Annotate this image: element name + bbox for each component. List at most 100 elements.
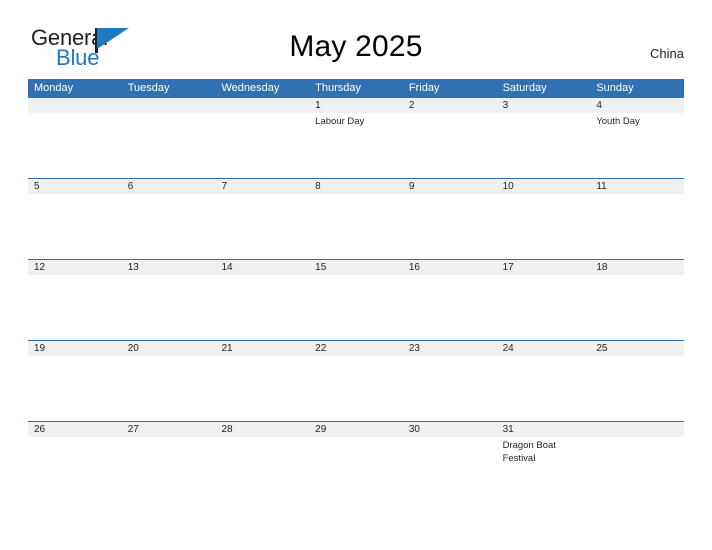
- date-number[interactable]: 20: [122, 341, 216, 356]
- date-number[interactable]: 16: [403, 260, 497, 275]
- date-number[interactable]: [28, 98, 122, 113]
- weekday-header-tuesday: Tuesday: [127, 82, 170, 94]
- calendar-week-row: 1 2 3 4 Labour Day Youth Day: [28, 97, 684, 179]
- day-cell[interactable]: Dragon Boat Festival: [497, 437, 591, 503]
- date-number-band: 19 20 21 22 23 24 25: [28, 340, 684, 356]
- date-number[interactable]: [122, 98, 216, 113]
- date-number[interactable]: 9: [403, 179, 497, 194]
- day-cell[interactable]: [215, 113, 309, 179]
- event-band: Dragon Boat Festival: [28, 437, 684, 503]
- day-cell[interactable]: [215, 275, 309, 341]
- date-number[interactable]: 29: [309, 422, 403, 437]
- date-number[interactable]: 8: [309, 179, 403, 194]
- day-cell[interactable]: [309, 356, 403, 422]
- holiday-label: Youth Day: [596, 116, 640, 127]
- day-cell[interactable]: [403, 194, 497, 260]
- weekday-header-saturday: Saturday: [502, 82, 547, 94]
- day-cell[interactable]: [590, 437, 684, 503]
- day-cell[interactable]: [497, 194, 591, 260]
- date-number[interactable]: 31: [497, 422, 591, 437]
- day-cell[interactable]: [28, 113, 122, 179]
- date-number[interactable]: 13: [122, 260, 216, 275]
- day-cell[interactable]: [309, 275, 403, 341]
- day-cell[interactable]: [28, 356, 122, 422]
- date-number[interactable]: 7: [215, 179, 309, 194]
- date-number[interactable]: [215, 98, 309, 113]
- weekday-header-wednesday: Wednesday: [221, 82, 280, 94]
- date-number[interactable]: 23: [403, 341, 497, 356]
- weekday-header-row: Monday Tuesday Wednesday Thursday Friday…: [28, 79, 684, 97]
- date-number-band: 26 27 28 29 30 31: [28, 421, 684, 437]
- day-cell[interactable]: [215, 356, 309, 422]
- date-number[interactable]: 2: [403, 98, 497, 113]
- day-cell[interactable]: [309, 437, 403, 503]
- page-title: May 2025: [289, 30, 423, 63]
- date-number[interactable]: 5: [28, 179, 122, 194]
- date-number[interactable]: 1: [309, 98, 403, 113]
- day-cell[interactable]: [309, 194, 403, 260]
- date-number[interactable]: 17: [497, 260, 591, 275]
- calendar-grid: Monday Tuesday Wednesday Thursday Friday…: [28, 79, 684, 503]
- holiday-label: Labour Day: [315, 116, 365, 127]
- day-cell[interactable]: [403, 356, 497, 422]
- calendar-week-row: 19 20 21 22 23 24 25: [28, 340, 684, 422]
- date-number[interactable]: 28: [215, 422, 309, 437]
- day-cell[interactable]: [215, 194, 309, 260]
- day-cell[interactable]: [590, 194, 684, 260]
- weekday-header-friday: Friday: [408, 82, 440, 94]
- calendar-week-row: 12 13 14 15 16 17 18: [28, 259, 684, 341]
- date-number[interactable]: 18: [590, 260, 684, 275]
- date-number[interactable]: 27: [122, 422, 216, 437]
- weekday-header-thursday: Thursday: [315, 82, 362, 94]
- date-number-band: 12 13 14 15 16 17 18: [28, 259, 684, 275]
- date-number[interactable]: 25: [590, 341, 684, 356]
- day-cell[interactable]: [497, 275, 591, 341]
- date-number[interactable]: 22: [309, 341, 403, 356]
- calendar-week-row: 26 27 28 29 30 31 Dragon Boat Festival: [28, 421, 684, 503]
- event-band: [28, 194, 684, 260]
- day-cell[interactable]: [28, 437, 122, 503]
- day-cell[interactable]: [497, 113, 591, 179]
- date-number[interactable]: 21: [215, 341, 309, 356]
- day-cell[interactable]: [122, 113, 216, 179]
- holiday-label: Dragon Boat Festival: [502, 440, 556, 464]
- event-band: Labour Day Youth Day: [28, 113, 684, 179]
- date-number[interactable]: 14: [215, 260, 309, 275]
- day-cell[interactable]: [403, 275, 497, 341]
- date-number[interactable]: 10: [497, 179, 591, 194]
- weekday-header-monday: Monday: [34, 82, 74, 94]
- day-cell[interactable]: [122, 275, 216, 341]
- day-cell[interactable]: [403, 437, 497, 503]
- date-number[interactable]: 15: [309, 260, 403, 275]
- day-cell[interactable]: [497, 356, 591, 422]
- day-cell[interactable]: [590, 275, 684, 341]
- date-number[interactable]: 24: [497, 341, 591, 356]
- date-number[interactable]: 26: [28, 422, 122, 437]
- date-number[interactable]: 6: [122, 179, 216, 194]
- date-number[interactable]: 3: [497, 98, 591, 113]
- page-header: General Blue May 2025 China: [0, 0, 712, 75]
- day-cell[interactable]: [122, 194, 216, 260]
- date-number[interactable]: 11: [590, 179, 684, 194]
- day-cell[interactable]: [28, 275, 122, 341]
- calendar-week-row: 5 6 7 8 9 10 11: [28, 178, 684, 260]
- day-cell[interactable]: [122, 356, 216, 422]
- date-number[interactable]: 12: [28, 260, 122, 275]
- date-number[interactable]: 30: [403, 422, 497, 437]
- weekday-header-sunday: Sunday: [596, 82, 634, 94]
- date-number[interactable]: 4: [590, 98, 684, 113]
- day-cell[interactable]: Labour Day: [309, 113, 403, 179]
- day-cell[interactable]: [28, 194, 122, 260]
- event-band: [28, 356, 684, 422]
- date-number-band: 1 2 3 4: [28, 97, 684, 113]
- date-number-band: 5 6 7 8 9 10 11: [28, 178, 684, 194]
- day-cell[interactable]: Youth Day: [590, 113, 684, 179]
- date-number[interactable]: 19: [28, 341, 122, 356]
- day-cell[interactable]: [403, 113, 497, 179]
- day-cell[interactable]: [590, 356, 684, 422]
- day-cell[interactable]: [122, 437, 216, 503]
- day-cell[interactable]: [215, 437, 309, 503]
- event-band: [28, 275, 684, 341]
- date-number[interactable]: [590, 422, 684, 437]
- region-label: China: [650, 46, 684, 61]
